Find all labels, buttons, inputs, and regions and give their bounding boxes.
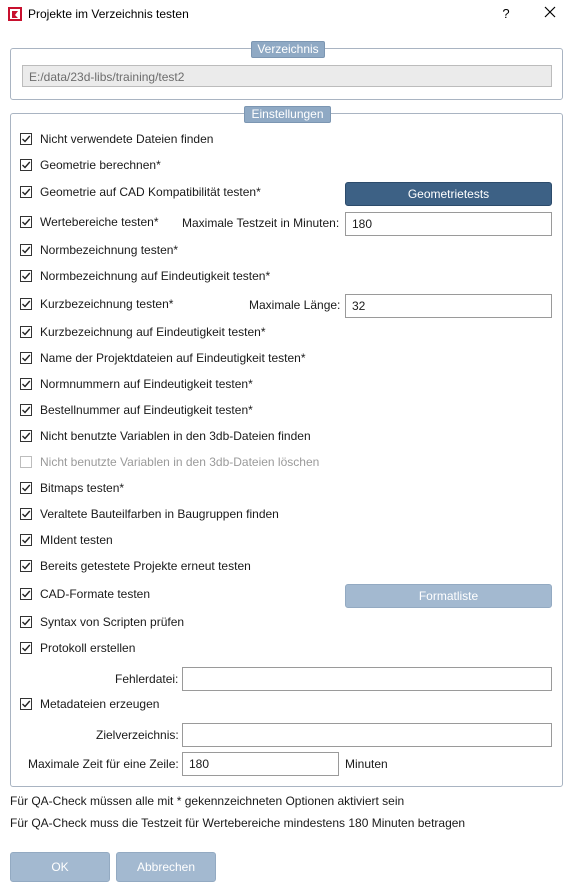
checkmark-icon	[22, 644, 31, 652]
format-list-button[interactable]: Formatliste	[345, 584, 552, 608]
ok-button[interactable]: OK	[10, 852, 110, 882]
qa-note-test-time: Für QA-Check muss die Testzeit für Werte…	[10, 816, 466, 830]
checkbox[interactable]	[20, 534, 32, 546]
checkmark-icon	[22, 354, 31, 362]
checkbox[interactable]	[20, 298, 32, 310]
checkmark-icon	[22, 380, 31, 388]
qa-note-options: Für QA-Check müssen alle mit * gekennzei…	[10, 794, 405, 808]
title-bar: Projekte im Verzeichnis testen ?	[0, 0, 572, 30]
option-label: Bitmaps testen*	[40, 481, 125, 495]
checkmark-icon	[22, 484, 31, 492]
option-label: Nicht verwendete Dateien finden	[40, 132, 214, 146]
max-row-time-unit: Minuten	[345, 757, 388, 771]
max-row-time-input[interactable]: 180	[182, 752, 339, 776]
max-test-time-label: Maximale Testzeit in Minuten:	[182, 216, 340, 230]
option-label: Normbezeichnung testen*	[40, 243, 179, 257]
checkmark-icon	[22, 432, 31, 440]
close-button[interactable]	[539, 3, 561, 25]
checkbox[interactable]	[20, 482, 32, 494]
option-label: Geometrie berechnen*	[40, 158, 161, 172]
checkbox[interactable]	[20, 378, 32, 390]
geometry-tests-button[interactable]: Geometrietests	[345, 182, 552, 206]
checkmark-icon	[22, 700, 31, 708]
option-label: Syntax von Scripten prüfen	[40, 615, 185, 629]
checkbox[interactable]	[20, 560, 32, 572]
option-label: Name der Projektdateien auf Eindeutigkei…	[40, 351, 306, 365]
checkmark-icon	[22, 618, 31, 626]
checkbox[interactable]	[20, 404, 32, 416]
checkbox[interactable]	[20, 186, 32, 198]
option-label: CAD-Formate testen	[40, 587, 151, 601]
option-label: MIdent testen	[40, 533, 113, 547]
help-button[interactable]: ?	[497, 3, 515, 25]
max-test-time-input[interactable]: 180	[345, 212, 552, 236]
error-file-label: Fehlerdatei:	[115, 672, 179, 686]
max-length-label: Maximale Länge:	[249, 298, 341, 312]
checkbox	[20, 456, 32, 468]
directory-group-legend: Verzeichnis	[251, 41, 325, 58]
option-label: Protokoll erstellen	[40, 641, 136, 655]
app-logo-icon	[8, 7, 22, 21]
checkbox[interactable]	[20, 698, 32, 710]
target-dir-input[interactable]	[182, 723, 552, 747]
error-file-input[interactable]	[182, 667, 552, 691]
checkbox[interactable]	[20, 508, 32, 520]
option-label: Metadateien erzeugen	[40, 697, 160, 711]
option-label: Wertebereiche testen*	[40, 215, 159, 229]
settings-group-legend: Einstellungen	[244, 106, 331, 123]
option-label: Nicht benutzte Variablen in den 3db-Date…	[40, 455, 320, 469]
option-label: Nicht benutzte Variablen in den 3db-Date…	[40, 429, 311, 443]
window-title: Projekte im Verzeichnis testen	[28, 7, 189, 21]
checkmark-icon	[22, 218, 31, 226]
checkmark-icon	[22, 590, 31, 598]
checkmark-icon	[22, 562, 31, 570]
checkmark-icon	[22, 406, 31, 414]
checkbox[interactable]	[20, 352, 32, 364]
checkbox[interactable]	[20, 216, 32, 228]
checkmark-icon	[22, 536, 31, 544]
checkmark-icon	[22, 246, 31, 254]
checkmark-icon	[22, 272, 31, 280]
option-label: Kurzbezeichnung testen*	[40, 297, 174, 311]
checkmark-icon	[22, 161, 31, 169]
option-label: Veraltete Bauteilfarben in Baugruppen fi…	[40, 507, 279, 521]
max-length-input[interactable]: 32	[345, 294, 552, 318]
checkmark-icon	[22, 328, 31, 336]
checkbox[interactable]	[20, 616, 32, 628]
checkbox[interactable]	[20, 326, 32, 338]
checkbox[interactable]	[20, 588, 32, 600]
close-icon	[544, 6, 556, 21]
checkbox[interactable]	[20, 159, 32, 171]
option-label: Geometrie auf CAD Kompatibilität testen*	[40, 185, 261, 199]
checkmark-icon	[22, 188, 31, 196]
option-label: Kurzbezeichnung auf Eindeutigkeit testen…	[40, 325, 266, 339]
checkbox[interactable]	[20, 642, 32, 654]
checkmark-icon	[22, 300, 31, 308]
checkbox[interactable]	[20, 430, 32, 442]
directory-path-field[interactable]: E:/data/23d-libs/training/test2	[22, 65, 552, 87]
target-dir-label: Zielverzeichnis:	[96, 728, 179, 742]
cancel-button[interactable]: Abbrechen	[116, 852, 216, 882]
checkmark-icon	[22, 135, 31, 143]
checkbox[interactable]	[20, 244, 32, 256]
max-row-time-label: Maximale Zeit für eine Zeile:	[28, 757, 179, 771]
checkbox[interactable]	[20, 270, 32, 282]
option-label: Bestellnummer auf Eindeutigkeit testen*	[40, 403, 253, 417]
checkbox[interactable]	[20, 133, 32, 145]
option-label: Bereits getestete Projekte erneut testen	[40, 559, 251, 573]
checkmark-icon	[22, 510, 31, 518]
option-label: Normbezeichnung auf Eindeutigkeit testen…	[40, 269, 271, 283]
option-label: Normnummern auf Eindeutigkeit testen*	[40, 377, 253, 391]
